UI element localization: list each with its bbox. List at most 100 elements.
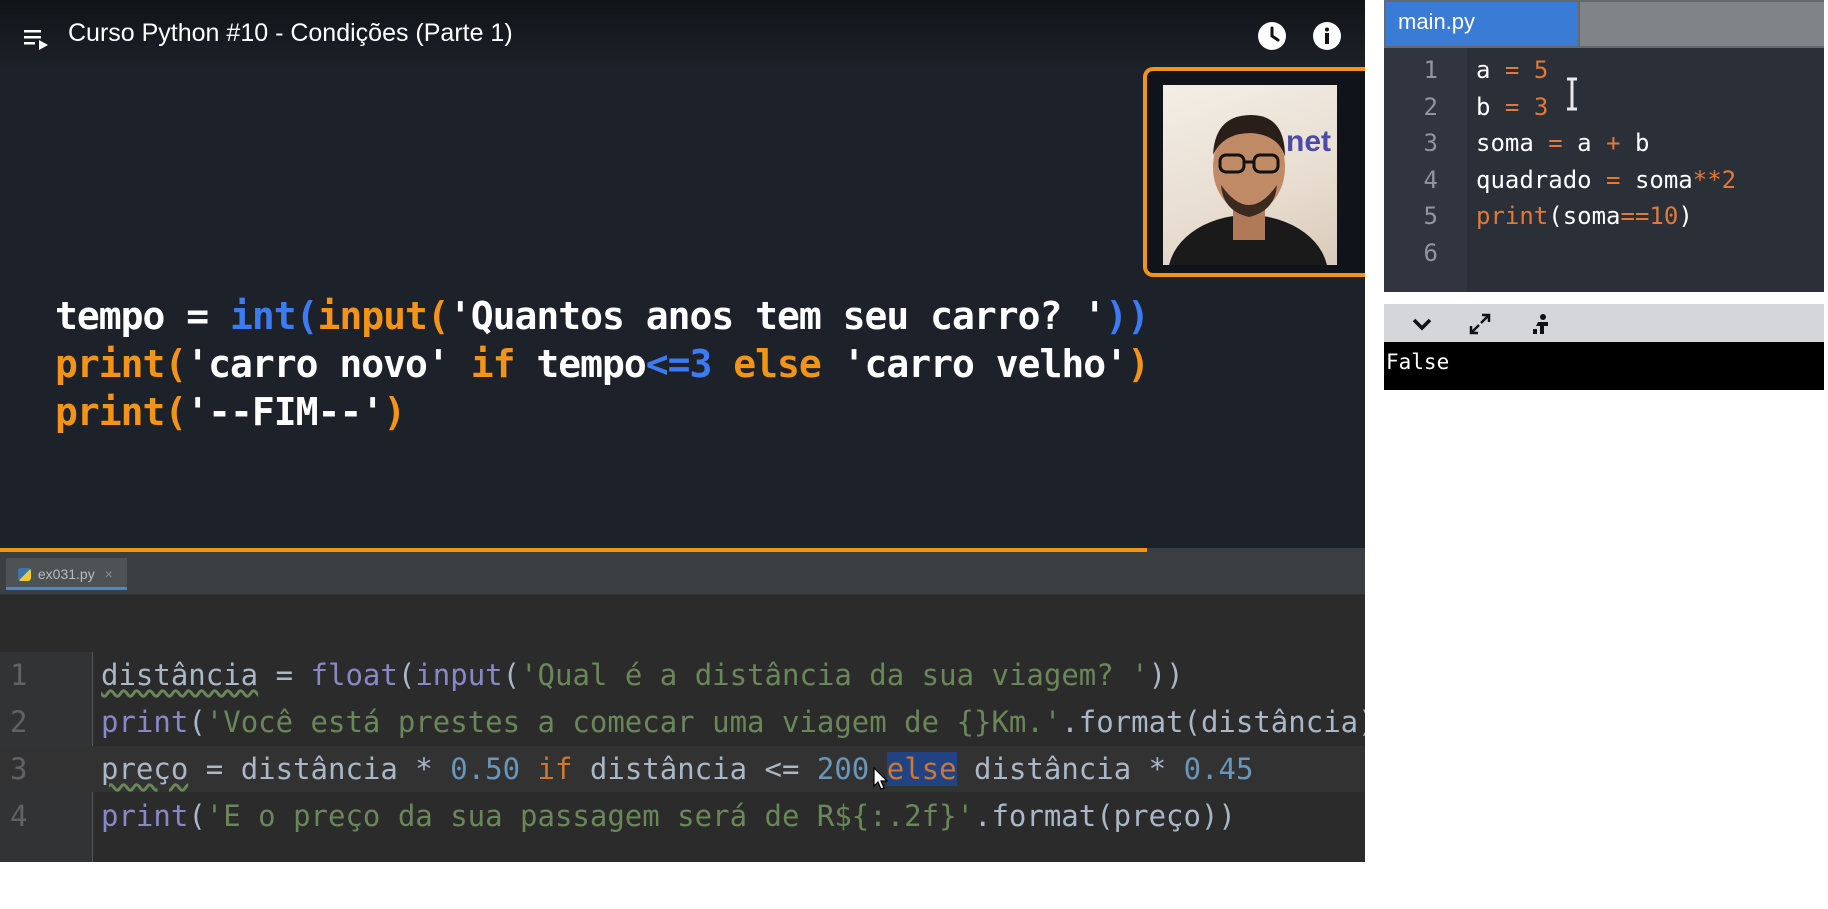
- slide-code-token: print(: [55, 390, 187, 434]
- editor-tab-bar: main.py: [1384, 0, 1824, 48]
- code-token: distância <=: [572, 752, 817, 786]
- code-token: 2: [1721, 165, 1737, 194]
- line-number: 5: [1423, 202, 1438, 230]
- line-number: 4: [10, 799, 28, 833]
- line-number: 3: [1423, 129, 1438, 157]
- code-token: preço: [101, 752, 189, 786]
- code-token: soma: [1620, 165, 1693, 194]
- line-number: 1: [10, 658, 28, 692]
- slide-code-token: '--FIM--': [186, 390, 384, 434]
- code-text: print('E o preço da sua passagem será de…: [101, 793, 1236, 839]
- playlist-icon[interactable]: [22, 24, 50, 52]
- python-file-icon: [18, 568, 31, 581]
- editor-code-area[interactable]: 1 a = 5 2 b = 3 3 soma = a + b 4 quadrado = som…: [1384, 48, 1824, 292]
- code-token: float: [310, 658, 398, 692]
- code-line[interactable]: 1 distância = float(input('Qual é a distâ…: [0, 652, 1365, 698]
- line-number: 2: [10, 705, 28, 739]
- code-text: a = 5: [1476, 52, 1548, 88]
- code-text: quadrado = soma**2: [1476, 162, 1736, 198]
- code-token: **: [1692, 165, 1722, 194]
- code-token: quadrado: [1476, 165, 1607, 194]
- slide-code-token: print(: [55, 342, 187, 386]
- code-token: 'Qual é a distância da sua viagem? ': [520, 658, 1149, 692]
- code-token: print: [1476, 202, 1549, 230]
- code-token: +: [1606, 129, 1621, 157]
- editor-line[interactable]: 1 a = 5: [1384, 52, 1824, 88]
- slide-code-token: 'carro velho': [842, 342, 1128, 386]
- code-token: 200: [816, 752, 870, 786]
- slide-code-token: input(: [317, 294, 450, 338]
- code-token: soma: [1476, 129, 1549, 157]
- slide-code-line: print('--FIM--'): [55, 388, 1149, 436]
- code-text: distância = float(input('Qual é a distân…: [101, 652, 1184, 698]
- code-token: b: [1620, 129, 1650, 157]
- editor-line[interactable]: 6: [1384, 235, 1824, 271]
- code-text: print('Você está prestes a comecar uma v…: [101, 699, 1365, 745]
- slide-code-line: tempo = int(input('Quantos anos tem seu …: [55, 292, 1150, 340]
- code-token: =: [1606, 165, 1621, 194]
- presenter-image: [1169, 115, 1327, 265]
- slide-code-token: 'Quantos anos tem seu carro? ': [448, 294, 1106, 338]
- output-toolbar: [1384, 304, 1824, 342]
- code-token: (: [502, 658, 521, 692]
- slide-code: tempo = int(input('Quantos anos tem seu …: [55, 292, 1150, 436]
- code-token: 0.50: [450, 752, 521, 786]
- webcam-overlay: net: [1143, 67, 1365, 277]
- chevron-down-icon[interactable]: [1410, 312, 1434, 336]
- code-text: print(soma==10): [1476, 198, 1693, 234]
- code-token: print: [101, 705, 189, 739]
- ide-editor: ex031.py × 1 distância = float(input('Qua…: [0, 552, 1365, 862]
- line-number: 1: [1423, 56, 1438, 84]
- video-player[interactable]: Curso Python #10 - Condições (Parte 1) n…: [0, 0, 1365, 552]
- online-editor: main.py 1 a = 5 2 b = 3 3 soma = a + b 4 quadra…: [1384, 0, 1824, 390]
- output-console: False: [1384, 342, 1824, 390]
- slide-code-token: ): [1127, 342, 1150, 386]
- code-text: soma = a + b: [1476, 125, 1649, 161]
- video-title[interactable]: Curso Python #10 - Condições (Parte 1): [68, 19, 513, 48]
- slide-code-token: else: [733, 342, 843, 386]
- line-number: 3: [10, 752, 28, 786]
- code-token: (soma: [1548, 202, 1621, 230]
- line-number: 4: [1423, 165, 1438, 194]
- code-token: (: [397, 658, 416, 692]
- code-line[interactable]: 3 preço = distância * 0.50 if distância <…: [0, 746, 1365, 792]
- run-icon[interactable]: [1530, 312, 1554, 336]
- code-token: ): [1678, 202, 1693, 230]
- presenter-video: net: [1163, 85, 1337, 265]
- code-text: b = 3: [1476, 89, 1548, 125]
- code-token: a: [1476, 56, 1505, 84]
- tab-label: ex031.py: [37, 566, 95, 582]
- slide-code-line: print('carro novo' if tempo<=3 else 'car…: [55, 340, 1150, 388]
- code-token: distância: [101, 658, 259, 692]
- code-token: 0.45: [1183, 752, 1254, 786]
- tab-main-py[interactable]: main.py: [1386, 2, 1578, 46]
- code-token: =: [1504, 56, 1520, 84]
- editor-line[interactable]: 4 quadrado = soma**2: [1384, 162, 1824, 198]
- code-line[interactable]: 2 print('Você está prestes a comecar uma …: [0, 699, 1365, 745]
- tab-ex031[interactable]: ex031.py ×: [6, 558, 127, 590]
- clock-icon[interactable]: [1256, 20, 1288, 52]
- close-icon[interactable]: ×: [105, 566, 113, 582]
- expand-icon[interactable]: [1468, 312, 1492, 336]
- code-token: =: [1548, 129, 1563, 157]
- code-token: else: [886, 752, 957, 786]
- code-token: = distância *: [188, 752, 451, 786]
- editor-line[interactable]: 5 print(soma==10): [1384, 198, 1824, 234]
- slide-code-token: ): [383, 390, 406, 434]
- code-token: 'Você está prestes a comecar uma viagem …: [205, 705, 1062, 739]
- code-token: print: [101, 799, 189, 833]
- code-token: )): [1148, 658, 1184, 692]
- code-token: ==: [1620, 202, 1650, 230]
- code-token: (: [188, 799, 206, 833]
- editor-line[interactable]: 2 b = 3: [1384, 89, 1824, 125]
- tab-empty: [1580, 2, 1824, 46]
- code-token: a: [1562, 129, 1607, 157]
- info-icon[interactable]: [1311, 20, 1343, 52]
- video-top-bar: Curso Python #10 - Condições (Parte 1): [0, 0, 1365, 72]
- editor-line[interactable]: 3 soma = a + b: [1384, 125, 1824, 161]
- code-line[interactable]: 4 print('E o preço da sua passagem será d…: [0, 793, 1365, 839]
- slide-code-token: )): [1105, 294, 1150, 338]
- ide-tab-bar: ex031.py ×: [0, 552, 1365, 595]
- line-number: 2: [1423, 92, 1438, 121]
